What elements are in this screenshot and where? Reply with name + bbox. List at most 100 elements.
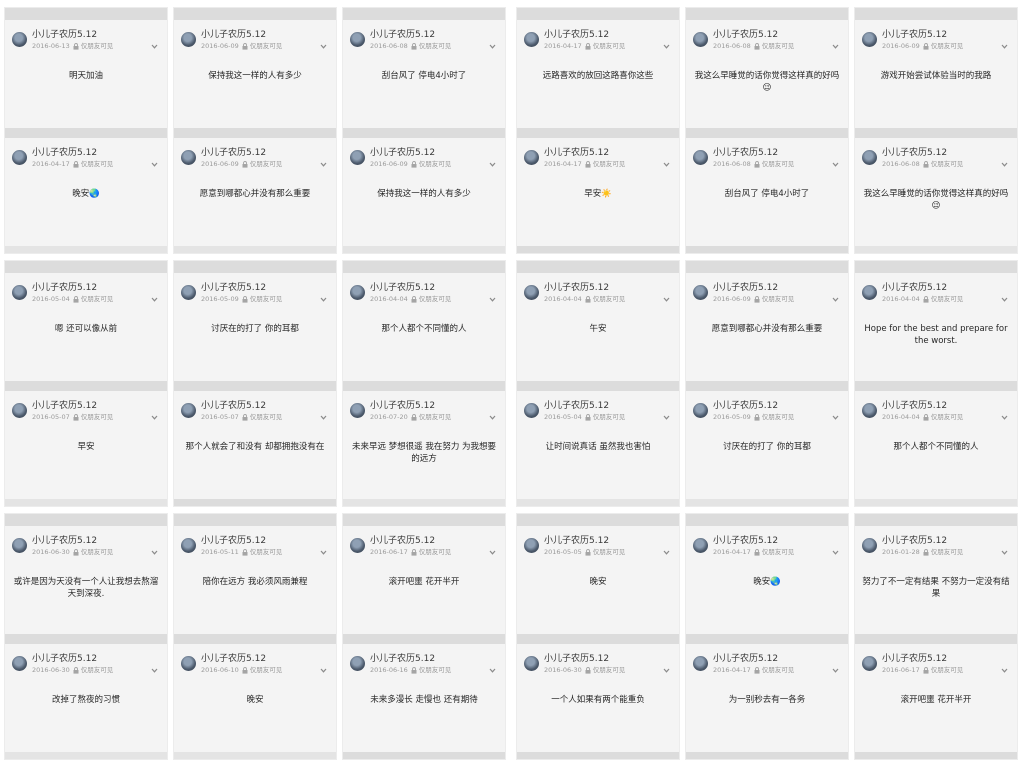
- post-card[interactable]: 小儿子农历5.12 2016-06-30 仅朋友可见 改掉了熬夜的习惯: [5, 644, 167, 752]
- post-card[interactable]: 小儿子农历5.12 2016-06-08 仅朋友可见 刮台风了 停电4小时了: [686, 138, 848, 246]
- avatar[interactable]: [693, 403, 708, 418]
- author-name[interactable]: 小儿子农历5.12: [713, 654, 831, 665]
- chevron-down-icon[interactable]: [1000, 542, 1009, 555]
- post-card[interactable]: 小儿子农历5.12 2016-05-11 仅朋友可见 陪你在远方 我必须风雨兼程: [174, 526, 336, 634]
- author-name[interactable]: 小儿子农历5.12: [32, 401, 150, 412]
- chevron-down-icon[interactable]: [662, 289, 671, 302]
- post-card[interactable]: 小儿子农历5.12 2016-05-04 仅朋友可见嗯 还可以像从前: [5, 273, 167, 381]
- avatar[interactable]: [350, 656, 365, 671]
- post-card[interactable]: 小儿子农历5.12 2016-06-09 仅朋友可见 愿意到哪都心并没有那么重要: [686, 273, 848, 381]
- author-name[interactable]: 小儿子农历5.12: [882, 30, 1000, 41]
- chevron-down-icon[interactable]: [488, 289, 497, 302]
- chevron-down-icon[interactable]: [831, 36, 840, 49]
- avatar[interactable]: [862, 150, 877, 165]
- chevron-down-icon[interactable]: [831, 542, 840, 555]
- chevron-down-icon[interactable]: [319, 154, 328, 167]
- author-name[interactable]: 小儿子农历5.12: [544, 283, 662, 294]
- author-name[interactable]: 小儿子农历5.12: [882, 283, 1000, 294]
- chevron-down-icon[interactable]: [662, 407, 671, 420]
- avatar[interactable]: [350, 403, 365, 418]
- avatar[interactable]: [524, 285, 539, 300]
- author-name[interactable]: 小儿子农历5.12: [32, 283, 150, 294]
- author-name[interactable]: 小儿子农历5.12: [544, 401, 662, 412]
- avatar[interactable]: [12, 32, 27, 47]
- avatar[interactable]: [12, 656, 27, 671]
- post-card[interactable]: 小儿子农历5.12 2016-06-13 仅朋友可见 明天加油: [5, 20, 167, 128]
- post-card[interactable]: 小儿子农历5.12 2016-05-04 仅朋友可见 让时间说真话 虽然我也害怕: [517, 391, 679, 499]
- post-card[interactable]: 小儿子农历5.12 2016-06-30 仅朋友可见 或许是因为天没有一个人让我想去熬…: [5, 526, 167, 634]
- chevron-down-icon[interactable]: [150, 289, 159, 302]
- avatar[interactable]: [181, 150, 196, 165]
- author-name[interactable]: 小儿子农历5.12: [32, 654, 150, 665]
- author-name[interactable]: 小儿子农历5.12: [201, 654, 319, 665]
- author-name[interactable]: 小儿子农历5.12: [882, 654, 1000, 665]
- chevron-down-icon[interactable]: [1000, 407, 1009, 420]
- avatar[interactable]: [693, 32, 708, 47]
- avatar[interactable]: [350, 150, 365, 165]
- author-name[interactable]: 小儿子农历5.12: [32, 148, 150, 159]
- avatar[interactable]: [862, 403, 877, 418]
- author-name[interactable]: 小儿子农历5.12: [544, 536, 662, 547]
- post-card[interactable]: 小儿子农历5.12 2016-04-04 仅朋友可见 午安: [517, 273, 679, 381]
- author-name[interactable]: 小儿子农历5.12: [713, 283, 831, 294]
- author-name[interactable]: 小儿子农历5.12: [882, 148, 1000, 159]
- avatar[interactable]: [181, 656, 196, 671]
- author-name[interactable]: 小儿子农历5.12: [370, 148, 488, 159]
- post-card[interactable]: 小儿子农历5.12 2016-06-16 仅朋友可见 未来多漫长 走慢也 还有期待: [343, 644, 505, 752]
- chevron-down-icon[interactable]: [831, 154, 840, 167]
- author-name[interactable]: 小儿子农历5.12: [32, 536, 150, 547]
- chevron-down-icon[interactable]: [1000, 660, 1009, 673]
- post-card[interactable]: 小儿子农历5.12 2016-06-30 仅朋友可见 一个人如果有两个能重负: [517, 644, 679, 752]
- chevron-down-icon[interactable]: [319, 660, 328, 673]
- chevron-down-icon[interactable]: [319, 289, 328, 302]
- avatar[interactable]: [12, 150, 27, 165]
- post-card[interactable]: 小儿子农历5.12 2016-06-10 仅朋友可见 晚安: [174, 644, 336, 752]
- avatar[interactable]: [862, 656, 877, 671]
- author-name[interactable]: 小儿子农历5.12: [32, 30, 150, 41]
- avatar[interactable]: [693, 656, 708, 671]
- author-name[interactable]: 小儿子农历5.12: [201, 30, 319, 41]
- avatar[interactable]: [693, 285, 708, 300]
- chevron-down-icon[interactable]: [150, 154, 159, 167]
- author-name[interactable]: 小儿子农历5.12: [713, 401, 831, 412]
- chevron-down-icon[interactable]: [662, 154, 671, 167]
- chevron-down-icon[interactable]: [150, 542, 159, 555]
- avatar[interactable]: [693, 150, 708, 165]
- chevron-down-icon[interactable]: [488, 542, 497, 555]
- author-name[interactable]: 小儿子农历5.12: [370, 536, 488, 547]
- avatar[interactable]: [181, 285, 196, 300]
- author-name[interactable]: 小儿子农历5.12: [882, 401, 1000, 412]
- post-card[interactable]: 小儿子农历5.12 2016-04-17 仅朋友可见 晚安🌏: [5, 138, 167, 246]
- chevron-down-icon[interactable]: [831, 407, 840, 420]
- chevron-down-icon[interactable]: [831, 660, 840, 673]
- avatar[interactable]: [181, 403, 196, 418]
- chevron-down-icon[interactable]: [662, 36, 671, 49]
- post-card[interactable]: 小儿子农历5.12 2016-06-09 仅朋友可见 愿意到哪都心并没有那么重要: [174, 138, 336, 246]
- avatar[interactable]: [524, 656, 539, 671]
- chevron-down-icon[interactable]: [1000, 154, 1009, 167]
- post-card[interactable]: 小儿子农历5.12 2016-04-17 仅朋友可见 远路喜欢的放回这路喜你这些: [517, 20, 679, 128]
- avatar[interactable]: [524, 538, 539, 553]
- chevron-down-icon[interactable]: [488, 660, 497, 673]
- author-name[interactable]: 小儿子农历5.12: [882, 536, 1000, 547]
- post-card[interactable]: 小儿子农历5.12 2016-04-04 仅朋友可见 那个人都个不同懂的人: [855, 391, 1017, 499]
- chevron-down-icon[interactable]: [150, 407, 159, 420]
- author-name[interactable]: 小儿子农历5.12: [544, 654, 662, 665]
- author-name[interactable]: 小儿子农历5.12: [370, 283, 488, 294]
- post-card[interactable]: 小儿子农历5.12 2016-04-04 仅朋友可见 那个人都个不同懂的人: [343, 273, 505, 381]
- avatar[interactable]: [862, 32, 877, 47]
- chevron-down-icon[interactable]: [1000, 36, 1009, 49]
- author-name[interactable]: 小儿子农历5.12: [544, 30, 662, 41]
- post-card[interactable]: 小儿子农历5.12 2016-04-04 仅朋友可见 Hope for the bes…: [855, 273, 1017, 381]
- chevron-down-icon[interactable]: [150, 36, 159, 49]
- avatar[interactable]: [350, 538, 365, 553]
- post-card[interactable]: 小儿子农历5.12 2016-05-07 仅朋友可见 早安: [5, 391, 167, 499]
- post-card[interactable]: 小儿子农历5.12 2016-06-09 仅朋友可见 游戏开始尝试体验当时的我路: [855, 20, 1017, 128]
- post-card[interactable]: 小儿子农历5.12 2016-04-17 仅朋友可见 早安☀️: [517, 138, 679, 246]
- avatar[interactable]: [12, 403, 27, 418]
- chevron-down-icon[interactable]: [319, 542, 328, 555]
- author-name[interactable]: 小儿子农历5.12: [713, 148, 831, 159]
- author-name[interactable]: 小儿子农历5.12: [201, 148, 319, 159]
- chevron-down-icon[interactable]: [831, 289, 840, 302]
- avatar[interactable]: [862, 285, 877, 300]
